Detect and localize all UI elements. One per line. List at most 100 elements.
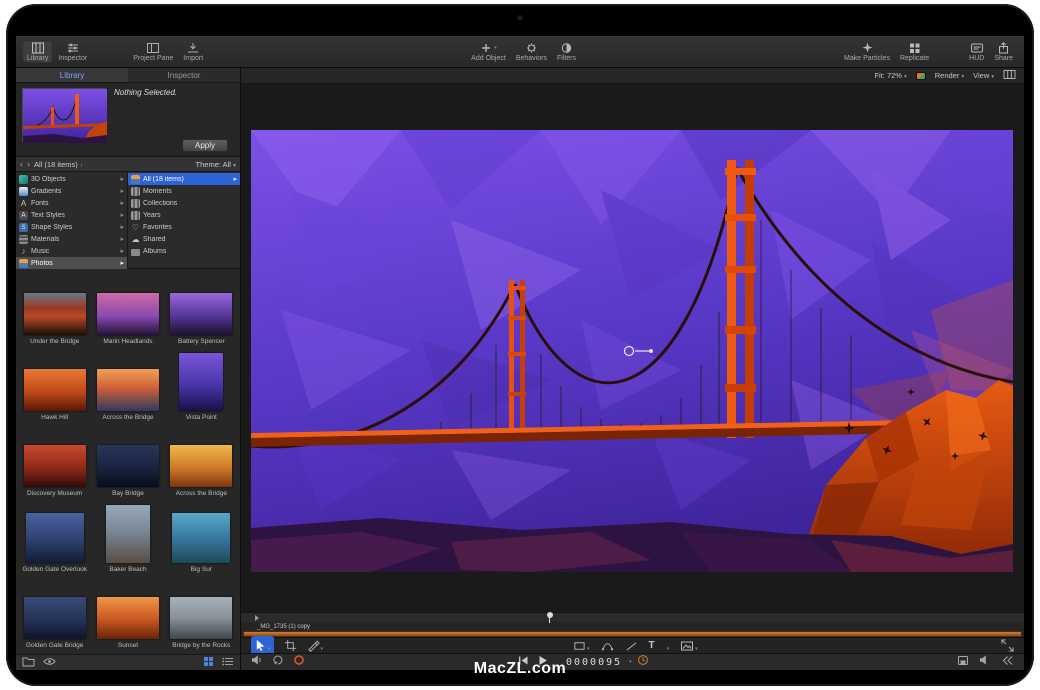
shape-tools-group <box>573 637 698 655</box>
clip-name: _MG_1735 (1) copy <box>241 623 1024 631</box>
photo-label: Marin Headlands <box>103 338 152 345</box>
photo-item[interactable]: Battery Spencer <box>165 272 238 348</box>
replicate-button[interactable]: Replicate <box>895 40 934 63</box>
photo-item[interactable]: Bay Bridge <box>91 424 164 500</box>
sidebar-item-photos[interactable]: Photos <box>16 257 127 269</box>
collection-label: Collections <box>143 200 177 207</box>
sidebar-item-music[interactable]: Music <box>16 245 127 257</box>
collection-item-moments[interactable]: Moments <box>128 185 240 197</box>
line-tool[interactable] <box>625 640 638 652</box>
fit-zoom-selector[interactable]: Fit: 72% <box>874 71 906 80</box>
text-tool[interactable] <box>649 640 655 651</box>
behaviors-button[interactable]: Behaviors <box>511 40 552 63</box>
category-label: Music <box>31 248 49 255</box>
photo-item[interactable]: Across the Bridge <box>165 424 238 500</box>
chevron-down-icon <box>320 637 324 655</box>
project-pane-button[interactable]: Project Pane <box>128 40 178 63</box>
photo-item[interactable]: Big Sur <box>165 500 238 576</box>
canvas-image[interactable] <box>251 130 1013 572</box>
disclosure-triangle-icon <box>120 211 124 219</box>
photos-icon <box>19 259 28 268</box>
photo-item[interactable]: Bridge by the Rocks <box>165 576 238 652</box>
sidebar-item-fonts[interactable]: Fonts <box>16 197 127 209</box>
sidebar-item-gradients[interactable]: Gradients <box>16 185 127 197</box>
years-icon <box>131 211 140 220</box>
photo-thumbnail <box>97 445 159 487</box>
photo-label: Bay Bridge <box>112 490 144 497</box>
filters-button[interactable]: Filters <box>552 40 581 63</box>
apply-button[interactable]: Apply <box>182 139 228 152</box>
pen-tool[interactable] <box>307 637 324 655</box>
timeline-ruler[interactable] <box>241 612 1024 622</box>
collection-item-favorites[interactable]: Favorites <box>128 221 240 233</box>
render-menu[interactable]: Render <box>935 71 964 80</box>
fonts-icon <box>19 199 28 208</box>
photo-label: Discovery Museum <box>27 490 82 497</box>
behaviors-icon <box>525 41 538 54</box>
sidebar-item-shape-styles[interactable]: Shape Styles <box>16 221 127 233</box>
collection-item-albums[interactable]: Albums <box>128 245 240 257</box>
sidebar-item-materials[interactable]: Materials <box>16 233 127 245</box>
collection-label: Albums <box>143 248 166 255</box>
photo-item[interactable]: Under the Bridge <box>18 272 91 348</box>
filters-button-label: Filters <box>557 55 576 62</box>
collection-item-collections[interactable]: Collections <box>128 197 240 209</box>
back-icon[interactable] <box>20 160 23 168</box>
photo-item[interactable]: Vista Point <box>165 348 238 424</box>
collection-item-shared[interactable]: Shared <box>128 233 240 245</box>
share-button[interactable]: Share <box>989 40 1018 63</box>
photo-item[interactable]: Hawk Hill <box>18 348 91 424</box>
preview-info: Nothing Selected. Apply <box>114 88 234 152</box>
canvas-status-bar: Fit: 72% Render View <box>241 68 1024 84</box>
photo-thumbnail <box>170 445 232 487</box>
photo-item[interactable]: Golden Gate Overlook <box>18 500 91 576</box>
photo-item[interactable]: Marin Headlands <box>91 272 164 348</box>
playhead[interactable] <box>549 613 550 623</box>
theme-selector[interactable]: Theme: All <box>196 160 236 169</box>
inspector-button[interactable]: Inspector <box>53 40 92 63</box>
photo-thumbnail <box>24 445 86 487</box>
cloud-icon <box>131 235 140 244</box>
fullscreen-icon[interactable] <box>1001 639 1014 652</box>
sidebar-item-text-styles[interactable]: Text Styles <box>16 209 127 221</box>
library-button[interactable]: Library <box>22 40 53 63</box>
import-button[interactable]: Import <box>178 40 208 63</box>
channels-swatch-icon[interactable] <box>916 72 926 80</box>
project-pane-icon <box>146 41 160 54</box>
collection-label: All (18 items) <box>143 176 184 183</box>
view-menu[interactable]: View <box>973 71 994 80</box>
photo-item[interactable]: Discovery Museum <box>18 424 91 500</box>
share-icon <box>997 41 1010 54</box>
collection-item-all[interactable]: All (18 items) <box>128 173 240 185</box>
bezier-tool[interactable] <box>601 640 614 652</box>
photo-item[interactable]: Sunset <box>91 576 164 652</box>
tab-inspector[interactable]: Inspector <box>128 68 240 82</box>
photo-thumbnail <box>24 597 86 639</box>
make-particles-button[interactable]: Make Particles <box>839 40 895 63</box>
library-lists: 3D Objects Gradients Fonts Text Styles S… <box>16 172 240 269</box>
photo-label: Big Sur <box>191 566 212 573</box>
chevron-down-icon <box>267 637 271 655</box>
hud-button[interactable]: HUD <box>964 40 989 63</box>
heart-icon <box>131 223 140 232</box>
canvas-viewport[interactable] <box>241 84 1024 612</box>
chevron-down-icon <box>586 637 590 655</box>
photo-item[interactable]: Baker Beach <box>91 500 164 576</box>
image-tool[interactable] <box>680 637 698 655</box>
rectangle-tool[interactable] <box>573 637 590 655</box>
sidebar-item-3d-objects[interactable]: 3D Objects <box>16 173 127 185</box>
category-label: Text Styles <box>31 212 65 219</box>
photo-thumbnail <box>97 293 159 335</box>
photo-item[interactable]: Golden Gate Bridge <box>18 576 91 652</box>
layout-icon[interactable] <box>1003 69 1016 82</box>
tab-library[interactable]: Library <box>16 68 128 82</box>
scope-selector[interactable]: All (18 items) <box>34 160 83 169</box>
forward-icon[interactable] <box>27 160 30 168</box>
disclosure-triangle-icon <box>120 247 124 255</box>
crop-tool[interactable] <box>284 639 297 652</box>
add-object-button[interactable]: ▾ Add Object <box>466 40 511 63</box>
photo-thumbnail <box>24 293 86 335</box>
collection-item-years[interactable]: Years <box>128 209 240 221</box>
photo-item[interactable]: Across the Bridge <box>91 348 164 424</box>
selection-status: Nothing Selected. <box>114 88 234 97</box>
